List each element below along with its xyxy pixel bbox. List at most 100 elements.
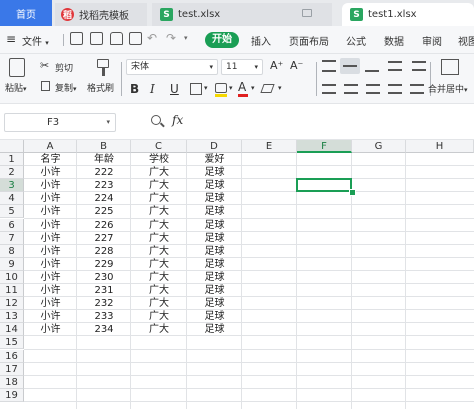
cut-button[interactable]: 剪切 bbox=[55, 61, 73, 74]
print-preview-icon[interactable] bbox=[129, 32, 142, 45]
data-cell[interactable]: 小许 bbox=[24, 245, 77, 258]
fill-dropdown-icon[interactable]: ▾ bbox=[229, 84, 233, 92]
data-cell[interactable]: 小许 bbox=[24, 205, 77, 218]
column-header-b[interactable]: B bbox=[77, 140, 131, 153]
data-cell[interactable]: 广大 bbox=[131, 310, 187, 323]
data-cell[interactable]: 足球 bbox=[187, 232, 242, 245]
data-cell[interactable]: 227 bbox=[77, 232, 131, 245]
data-cell[interactable]: 广大 bbox=[131, 166, 187, 179]
row-header-16[interactable]: 16 bbox=[0, 349, 24, 363]
data-cell[interactable]: 228 bbox=[77, 245, 131, 258]
fill-handle[interactable] bbox=[349, 189, 356, 197]
row-header-2[interactable]: 2 bbox=[0, 166, 24, 180]
border-dropdown-icon[interactable]: ▾ bbox=[204, 84, 208, 92]
data-cell[interactable]: 足球 bbox=[187, 297, 242, 310]
row-header-11[interactable]: 11 bbox=[0, 284, 24, 298]
align-middle-icon[interactable] bbox=[343, 65, 357, 67]
align-bottom-icon[interactable] bbox=[365, 60, 379, 72]
font-color-button[interactable]: A bbox=[238, 80, 246, 94]
underline-button[interactable]: U bbox=[170, 82, 179, 96]
data-cell[interactable]: 小许 bbox=[24, 310, 77, 323]
data-cell[interactable]: 广大 bbox=[131, 245, 187, 258]
paste-button[interactable]: 粘贴▾ bbox=[5, 81, 27, 94]
data-cell[interactable]: 足球 bbox=[187, 323, 242, 336]
data-cell[interactable]: 小许 bbox=[24, 271, 77, 284]
export-pdf-icon[interactable] bbox=[90, 32, 103, 45]
tab-docer-templates[interactable]: 稻 找稻壳模板 bbox=[55, 3, 147, 26]
column-header-f[interactable]: F bbox=[297, 140, 352, 153]
data-cell[interactable]: 广大 bbox=[131, 271, 187, 284]
data-cell[interactable]: 234 bbox=[77, 323, 131, 336]
data-cell[interactable]: 小许 bbox=[24, 192, 77, 205]
format-painter-icon[interactable] bbox=[97, 59, 109, 68]
align-right-icon[interactable] bbox=[366, 84, 380, 94]
column-header-c[interactable]: C bbox=[131, 140, 187, 153]
data-cell[interactable]: 足球 bbox=[187, 284, 242, 297]
data-cell[interactable]: 足球 bbox=[187, 245, 242, 258]
tab-start[interactable]: 开始 bbox=[205, 32, 239, 48]
eraser-icon[interactable] bbox=[260, 84, 275, 93]
header-cell-b[interactable]: 年龄 bbox=[77, 153, 131, 166]
monitor-icon[interactable] bbox=[302, 9, 312, 17]
justify-icon[interactable] bbox=[388, 84, 402, 94]
wrap-text-icon[interactable] bbox=[412, 61, 426, 71]
font-name-select[interactable]: 宋体 ▾ bbox=[126, 59, 218, 75]
data-cell[interactable]: 足球 bbox=[187, 271, 242, 284]
selected-cell-f3[interactable] bbox=[296, 178, 352, 193]
data-cell[interactable]: 232 bbox=[77, 297, 131, 310]
copy-button[interactable]: 复制▾ bbox=[55, 81, 77, 94]
data-cell[interactable]: 小许 bbox=[24, 232, 77, 245]
data-cell[interactable]: 足球 bbox=[187, 219, 242, 232]
data-cell[interactable]: 广大 bbox=[131, 284, 187, 297]
data-cell[interactable]: 229 bbox=[77, 258, 131, 271]
clear-dropdown-icon[interactable]: ▾ bbox=[278, 84, 282, 92]
scissors-icon[interactable]: ✂ bbox=[40, 59, 49, 72]
data-cell[interactable]: 小许 bbox=[24, 284, 77, 297]
spreadsheet-grid[interactable]: A B C D E F G H 1 2 3 4 5 6 7 8 9 10 11 12 13 14 15 16 17 18 19 名字年… bbox=[0, 140, 474, 409]
data-cell[interactable]: 223 bbox=[77, 179, 131, 192]
header-cell-c[interactable]: 学校 bbox=[131, 153, 187, 166]
data-cell[interactable]: 小许 bbox=[24, 258, 77, 271]
tab-view[interactable]: 视图 bbox=[458, 33, 474, 48]
data-cell[interactable]: 230 bbox=[77, 271, 131, 284]
tab-review[interactable]: 审阅 bbox=[422, 33, 442, 48]
more-quick-icon[interactable]: ▾ bbox=[184, 34, 188, 42]
row-header-14[interactable]: 14 bbox=[0, 323, 24, 337]
data-cell[interactable]: 226 bbox=[77, 219, 131, 232]
data-cell[interactable]: 广大 bbox=[131, 232, 187, 245]
redo-icon[interactable]: ↷ bbox=[166, 31, 176, 45]
tab-test1-xlsx[interactable]: S test1.xlsx bbox=[342, 3, 474, 26]
data-cell[interactable]: 足球 bbox=[187, 205, 242, 218]
italic-button[interactable]: I bbox=[150, 82, 155, 96]
data-cell[interactable]: 广大 bbox=[131, 179, 187, 192]
data-cell[interactable]: 小许 bbox=[24, 297, 77, 310]
row-header-15[interactable]: 15 bbox=[0, 336, 24, 350]
data-cell[interactable]: 小许 bbox=[24, 166, 77, 179]
data-cell[interactable]: 233 bbox=[77, 310, 131, 323]
tab-insert[interactable]: 插入 bbox=[251, 33, 271, 48]
row-header-10[interactable]: 10 bbox=[0, 270, 24, 284]
increase-font-icon[interactable]: A⁺ bbox=[270, 59, 283, 73]
tab-home[interactable]: 首页 bbox=[0, 0, 52, 26]
decrease-font-icon[interactable]: A⁻ bbox=[290, 59, 303, 73]
merge-center-icon[interactable] bbox=[441, 59, 459, 75]
column-header-d[interactable]: D bbox=[187, 140, 242, 153]
column-header-e[interactable]: E bbox=[242, 140, 297, 153]
print-icon[interactable] bbox=[110, 32, 123, 45]
select-all-corner[interactable] bbox=[0, 140, 24, 153]
data-cell[interactable]: 225 bbox=[77, 205, 131, 218]
function-fx-button[interactable]: fx bbox=[172, 113, 183, 127]
row-header-1[interactable]: 1 bbox=[0, 153, 24, 167]
tab-page-layout[interactable]: 页面布局 bbox=[289, 33, 329, 48]
font-color-dropdown-icon[interactable]: ▾ bbox=[251, 84, 255, 92]
copy-icon[interactable] bbox=[41, 81, 50, 91]
align-left-icon[interactable] bbox=[322, 84, 336, 94]
fill-color-icon[interactable] bbox=[215, 83, 227, 93]
row-header-6[interactable]: 6 bbox=[0, 218, 24, 232]
formula-input[interactable] bbox=[190, 114, 470, 130]
data-cell[interactable]: 足球 bbox=[187, 192, 242, 205]
undo-icon[interactable]: ↶ bbox=[147, 31, 157, 45]
column-header-g[interactable]: G bbox=[352, 140, 406, 153]
align-top-icon[interactable] bbox=[322, 60, 336, 72]
header-cell-d[interactable]: 爱好 bbox=[187, 153, 242, 166]
